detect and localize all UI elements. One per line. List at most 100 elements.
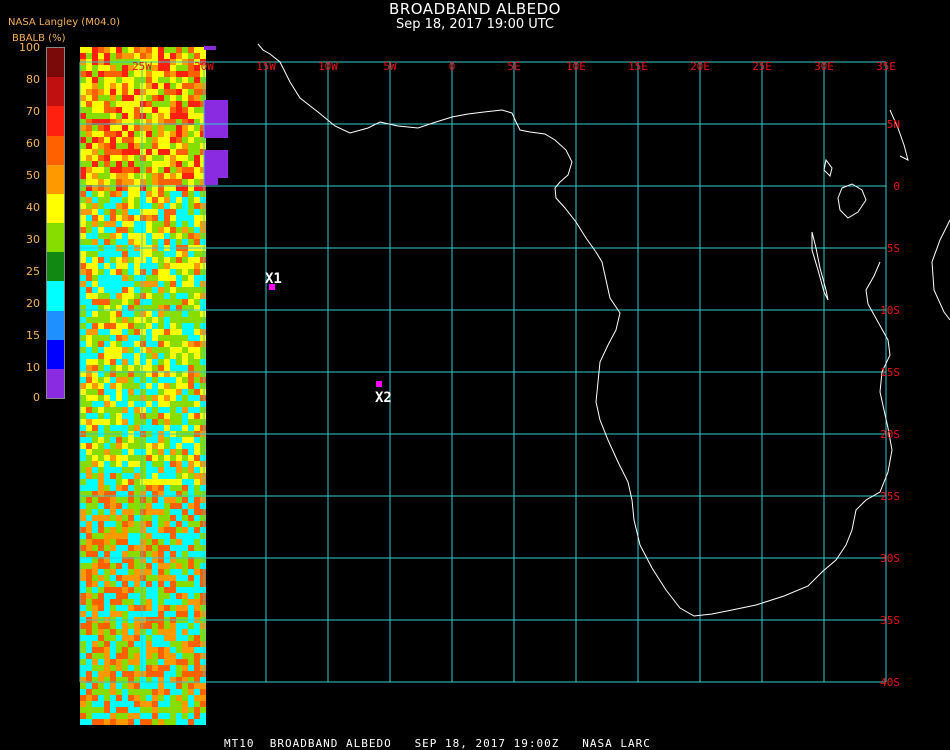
swath-pixel — [182, 275, 188, 281]
swath-pixel — [194, 395, 200, 401]
swath-pixel — [140, 425, 146, 431]
swath-pixel — [200, 515, 206, 521]
swath-pixel — [152, 545, 158, 551]
swath-pixel — [140, 515, 146, 521]
swath-pixel — [170, 569, 176, 575]
swath-pixel — [158, 419, 164, 425]
swath-pixel — [146, 449, 152, 455]
swath-pixel — [194, 581, 200, 587]
swath-pixel — [194, 389, 200, 395]
swath-pixel — [110, 281, 116, 287]
swath-pixel — [92, 587, 98, 593]
swath-pixel — [80, 131, 86, 137]
swath-pixel — [128, 365, 134, 371]
swath-pixel — [140, 95, 146, 101]
swath-pixel — [134, 137, 140, 143]
swath-pixel — [116, 611, 122, 617]
swath-pixel — [104, 107, 110, 113]
swath-pixel — [176, 287, 182, 293]
swath-pixel — [86, 209, 92, 215]
swath-pixel — [122, 461, 128, 467]
swath-pixel — [140, 101, 146, 107]
swath-pixel — [152, 215, 158, 221]
latitude-label: 30S — [880, 552, 900, 565]
swath-pixel — [200, 365, 206, 371]
marker-label: X2 — [375, 390, 392, 406]
swath-pixel — [134, 659, 140, 665]
swath-pixel — [176, 191, 182, 197]
swath-pixel — [182, 551, 188, 557]
swath-pixel — [104, 569, 110, 575]
longitude-label: 25E — [752, 60, 772, 73]
swath-pixel — [92, 497, 98, 503]
swath-pixel — [110, 503, 116, 509]
swath-pixel — [134, 593, 140, 599]
swath-pixel — [182, 437, 188, 443]
swath-pixel — [158, 467, 164, 473]
swath-pixel — [86, 269, 92, 275]
swath-pixel — [146, 689, 152, 695]
swath-pixel — [134, 347, 140, 353]
swath-pixel — [170, 515, 176, 521]
swath-pixel — [122, 395, 128, 401]
swath-pixel — [200, 191, 206, 197]
swath-pixel — [128, 47, 134, 53]
swath-pixel — [146, 437, 152, 443]
swath-pixel — [104, 437, 110, 443]
swath-pixel — [104, 425, 110, 431]
swath-pixel — [86, 365, 92, 371]
swath-pixel — [134, 695, 140, 701]
swath-pixel — [134, 701, 140, 707]
swath-pixel — [98, 521, 104, 527]
swath-pixel — [80, 53, 86, 59]
swath-pixel — [110, 467, 116, 473]
swath-pixel — [128, 335, 134, 341]
swath-pixel — [164, 365, 170, 371]
swath-pixel — [182, 215, 188, 221]
swath-pixel — [158, 713, 164, 719]
swath-pixel — [176, 281, 182, 287]
swath-pixel — [92, 149, 98, 155]
swath-pixel — [188, 635, 194, 641]
swath-pixel — [164, 353, 170, 359]
swath-pixel — [170, 299, 176, 305]
swath-pixel — [194, 197, 200, 203]
swath-pixel — [182, 323, 188, 329]
swath-pixel — [194, 461, 200, 467]
swath-pixel — [122, 497, 128, 503]
swath-pixel — [104, 137, 110, 143]
swath-pixel — [80, 449, 86, 455]
swath-pixel — [188, 581, 194, 587]
swath-pixel — [128, 191, 134, 197]
swath-pixel — [98, 47, 104, 53]
swath-pixel — [128, 239, 134, 245]
swath-pixel — [158, 425, 164, 431]
swath-pixel — [164, 143, 170, 149]
swath-pixel — [98, 509, 104, 515]
swath-pixel — [146, 713, 152, 719]
swath-pixel — [122, 551, 128, 557]
swath-pixel — [128, 551, 134, 557]
swath-pixel — [98, 191, 104, 197]
swath-pixel — [122, 323, 128, 329]
swath-pixel — [128, 179, 134, 185]
swath-pixel — [92, 461, 98, 467]
swath-pixel — [134, 719, 140, 725]
swath-pixel — [134, 275, 140, 281]
swath-pixel — [98, 395, 104, 401]
swath-pixel — [92, 113, 98, 119]
swath-pixel — [200, 401, 206, 407]
swath-pixel — [182, 641, 188, 647]
swath-pixel — [152, 701, 158, 707]
swath-pixel — [86, 65, 92, 71]
swath-pixel — [158, 701, 164, 707]
swath-pixel — [182, 467, 188, 473]
swath-pixel — [164, 467, 170, 473]
swath-pixel — [98, 653, 104, 659]
swath-pixel — [164, 125, 170, 131]
swath-pixel — [140, 263, 146, 269]
swath-pixel — [158, 155, 164, 161]
swath-pixel — [170, 641, 176, 647]
swath-pixel — [152, 611, 158, 617]
swath-pixel — [116, 263, 122, 269]
